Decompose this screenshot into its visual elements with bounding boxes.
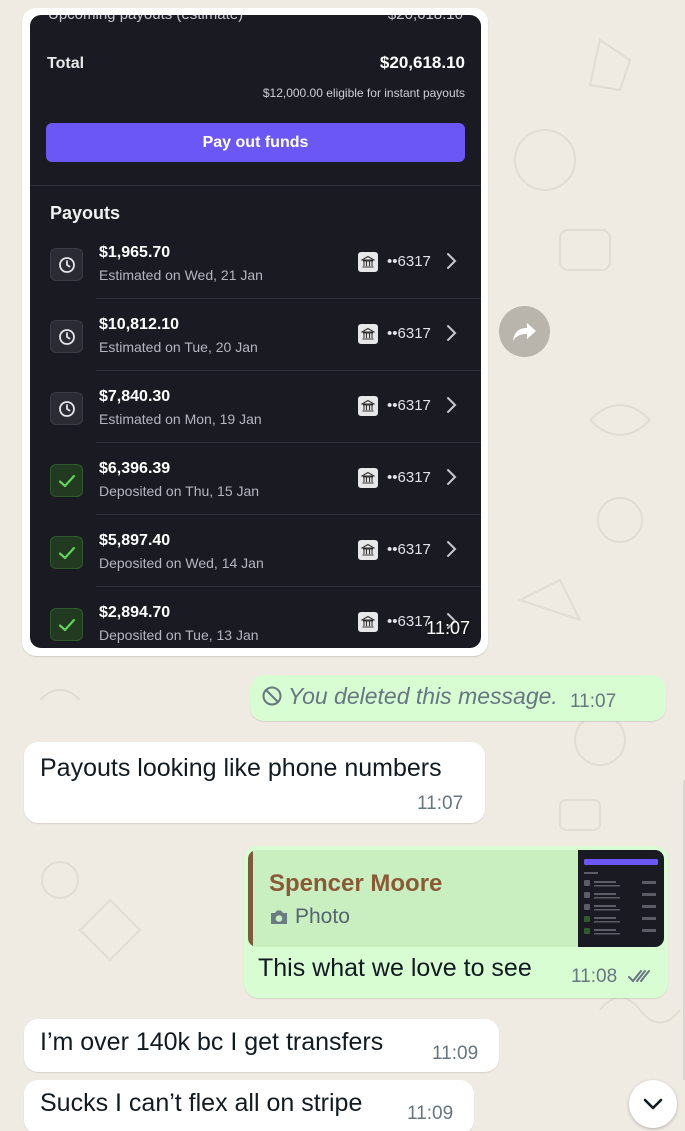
bank-icon — [358, 468, 378, 488]
bank-icon — [358, 540, 378, 560]
payouts-heading: Payouts — [50, 203, 121, 223]
prohibited-icon — [262, 686, 282, 706]
clock-icon — [50, 248, 83, 281]
clock-icon — [50, 320, 83, 353]
check-icon — [50, 608, 83, 641]
chevron-right-icon — [447, 397, 457, 413]
chevron-right-icon — [447, 325, 457, 341]
payout-amount: $7,840.30 — [99, 388, 171, 405]
payout-date: Estimated on Tue, 20 Jan — [99, 339, 258, 355]
message-time: 11:08 — [571, 966, 618, 987]
upcoming-payouts-label: Upcoming payouts (estimate) — [48, 15, 243, 23]
bank-account: ••6317 — [387, 613, 431, 630]
payout-date: Estimated on Mon, 19 Jan — [99, 411, 262, 427]
bank-account: ••6317 — [387, 541, 431, 558]
message-time: 11:07 — [426, 618, 470, 638]
chevron-down-icon — [643, 1098, 663, 1110]
outgoing-reply-message[interactable]: Spencer Moore Photo This what we love to… — [244, 846, 668, 998]
bank-account: ••6317 — [387, 397, 431, 414]
bank-account: ••6317 — [387, 253, 431, 270]
check-icon — [50, 464, 83, 497]
total-label: Total — [47, 55, 85, 72]
incoming-message[interactable]: Sucks I can’t flex all on stripe 11:09 — [24, 1080, 474, 1131]
chevron-right-icon — [447, 469, 457, 485]
double-check-icon — [628, 970, 650, 983]
scroll-to-bottom-button[interactable] — [629, 1080, 677, 1128]
bank-icon — [358, 612, 378, 632]
message-text: Sucks I can’t flex all on stripe — [40, 1089, 363, 1117]
total-amount: $20,618.10 — [379, 53, 465, 72]
quoted-photo-thumbnail — [578, 850, 664, 947]
message-time: 11:07 — [417, 793, 464, 814]
payout-row[interactable]: $7,840.30 Estimated on Mon, 19 Jan ••631… — [30, 371, 481, 443]
payout-date: Deposited on Wed, 14 Jan — [99, 555, 264, 571]
payout-amount: $2,894.70 — [99, 604, 171, 621]
incoming-message[interactable]: I’m over 140k bc I get transfers 11:09 — [24, 1019, 499, 1072]
pay-out-funds-button[interactable]: Pay out funds — [46, 123, 465, 162]
payout-date: Deposited on Thu, 15 Jan — [99, 483, 260, 499]
instant-payout-eligibility: $12,000.00 eligible for instant payouts — [262, 86, 465, 100]
chevron-right-icon — [447, 253, 457, 269]
bank-account: ••6317 — [387, 469, 431, 486]
message-text: This what we love to see — [258, 954, 532, 982]
quoted-message[interactable]: Spencer Moore Photo — [248, 850, 664, 947]
payout-row[interactable]: $5,897.40 Deposited on Wed, 14 Jan ••631… — [30, 515, 481, 587]
message-text: Payouts looking like phone numbers — [40, 754, 442, 782]
incoming-message[interactable]: Payouts looking like phone numbers 11:07 — [24, 742, 485, 823]
deleted-message[interactable]: You deleted this message. 11:07 — [250, 675, 666, 721]
image-message[interactable]: Upcoming payouts (estimate) $20,618.10 T… — [22, 8, 488, 656]
quoted-sender: Spencer Moore — [269, 870, 443, 897]
payout-list: $1,965.70 Estimated on Wed, 21 Jan ••631… — [30, 227, 481, 648]
payouts-screenshot[interactable]: Upcoming payouts (estimate) $20,618.10 T… — [30, 15, 481, 648]
quoted-type: Photo — [295, 905, 350, 928]
payout-row[interactable]: $6,396.39 Deposited on Thu, 15 Jan ••631… — [30, 443, 481, 515]
quoted-photo-label: Photo — [269, 905, 350, 929]
forward-icon — [512, 322, 536, 341]
payout-row[interactable]: $1,965.70 Estimated on Wed, 21 Jan ••631… — [30, 227, 481, 299]
upcoming-payouts-amount: $20,618.10 — [388, 15, 463, 23]
payout-row[interactable]: $2,894.70 Deposited on Tue, 13 Jan ••631… — [30, 587, 481, 648]
message-time: 11:09 — [407, 1103, 454, 1124]
deleted-message-text: You deleted this message. — [288, 683, 558, 709]
payout-date: Deposited on Tue, 13 Jan — [99, 627, 259, 643]
payout-amount: $5,897.40 — [99, 532, 171, 549]
divider — [30, 185, 481, 186]
forward-button[interactable] — [499, 306, 550, 357]
message-time: 11:07 — [570, 691, 617, 712]
payout-amount: $6,396.39 — [99, 460, 171, 477]
payout-amount: $1,965.70 — [99, 244, 171, 261]
payout-row[interactable]: $10,812.10 Estimated on Tue, 20 Jan ••63… — [30, 299, 481, 371]
bank-icon — [358, 252, 378, 272]
bank-account: ••6317 — [387, 325, 431, 342]
total-row: Total $20,618.10 — [47, 53, 465, 73]
clock-icon — [50, 392, 83, 425]
message-time: 11:09 — [432, 1043, 479, 1064]
payout-date: Estimated on Wed, 21 Jan — [99, 267, 263, 283]
cut-off-header: Upcoming payouts (estimate) $20,618.10 — [48, 15, 463, 23]
check-icon — [50, 536, 83, 569]
quote-bar — [248, 850, 253, 947]
chevron-right-icon — [447, 541, 457, 557]
bank-icon — [358, 324, 378, 344]
camera-icon — [271, 910, 287, 924]
message-text: I’m over 140k bc I get transfers — [40, 1028, 384, 1056]
payout-amount: $10,812.10 — [99, 316, 180, 333]
bank-icon — [358, 396, 378, 416]
